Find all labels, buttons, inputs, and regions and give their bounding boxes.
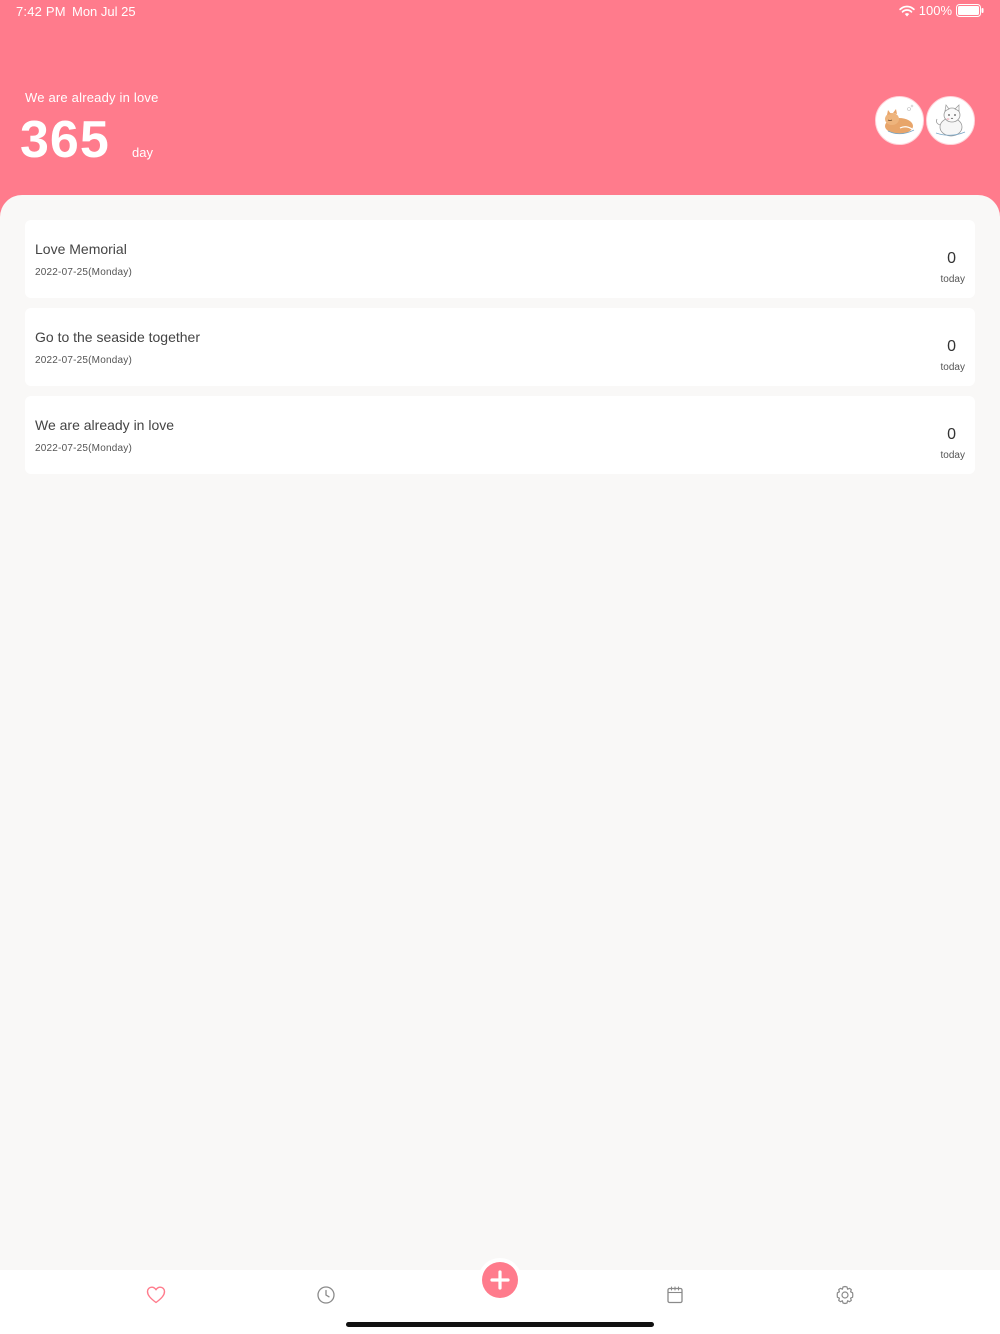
status-time: 7:42 PM bbox=[16, 4, 66, 19]
calendar-icon bbox=[667, 1286, 683, 1304]
hero-subtitle: We are already in love bbox=[25, 90, 159, 105]
tab-love[interactable] bbox=[145, 1284, 167, 1306]
event-days-count: 0 bbox=[947, 250, 956, 267]
status-date: Mon Jul 25 bbox=[72, 4, 136, 19]
event-card[interactable]: Love Memorial 2022-07-25(Monday) 0 today bbox=[25, 220, 975, 298]
add-event-button[interactable] bbox=[482, 1262, 518, 1298]
home-indicator[interactable] bbox=[346, 1322, 654, 1327]
event-title: Go to the seaside together bbox=[35, 329, 200, 345]
event-days-count: 0 bbox=[947, 338, 956, 355]
tab-calendar[interactable] bbox=[664, 1284, 686, 1306]
event-days-unit: today bbox=[940, 450, 965, 461]
clock-icon bbox=[317, 1286, 335, 1304]
heart-icon bbox=[146, 1286, 166, 1304]
tab-bar bbox=[0, 1262, 1000, 1334]
header: 7:42 PM Mon Jul 25 100% We are already i… bbox=[0, 0, 1000, 220]
tab-settings[interactable] bbox=[834, 1284, 856, 1306]
gear-icon bbox=[836, 1285, 854, 1305]
event-date: 2022-07-25(Monday) bbox=[35, 355, 132, 366]
status-bar: 7:42 PM Mon Jul 25 100% bbox=[0, 0, 1000, 24]
event-title: Love Memorial bbox=[35, 241, 127, 257]
event-list: Love Memorial 2022-07-25(Monday) 0 today… bbox=[0, 195, 1000, 1270]
days-counter: 365 bbox=[20, 111, 110, 169]
couple-avatars bbox=[875, 96, 975, 145]
battery-icon bbox=[956, 4, 984, 17]
event-days-unit: today bbox=[940, 274, 965, 285]
cat-sleeping-icon bbox=[885, 104, 915, 135]
event-days-count: 0 bbox=[947, 426, 956, 443]
event-title: We are already in love bbox=[35, 417, 175, 433]
avatar-partner-one[interactable] bbox=[875, 96, 924, 145]
days-unit: day bbox=[132, 145, 153, 160]
battery-percentage: 100% bbox=[918, 3, 952, 18]
plus-icon bbox=[490, 1270, 510, 1290]
event-days-unit: today bbox=[940, 362, 965, 373]
event-date: 2022-07-25(Monday) bbox=[35, 443, 132, 454]
event-date: 2022-07-25(Monday) bbox=[35, 267, 132, 278]
cat-sitting-icon bbox=[935, 104, 966, 137]
wifi-icon bbox=[899, 5, 915, 17]
tab-history[interactable] bbox=[315, 1284, 337, 1306]
event-card[interactable]: Go to the seaside together 2022-07-25(Mo… bbox=[25, 308, 975, 386]
event-card[interactable]: We are already in love 2022-07-25(Monday… bbox=[25, 396, 975, 474]
avatar-partner-two[interactable] bbox=[926, 96, 975, 145]
status-indicators: 100% bbox=[899, 3, 984, 18]
